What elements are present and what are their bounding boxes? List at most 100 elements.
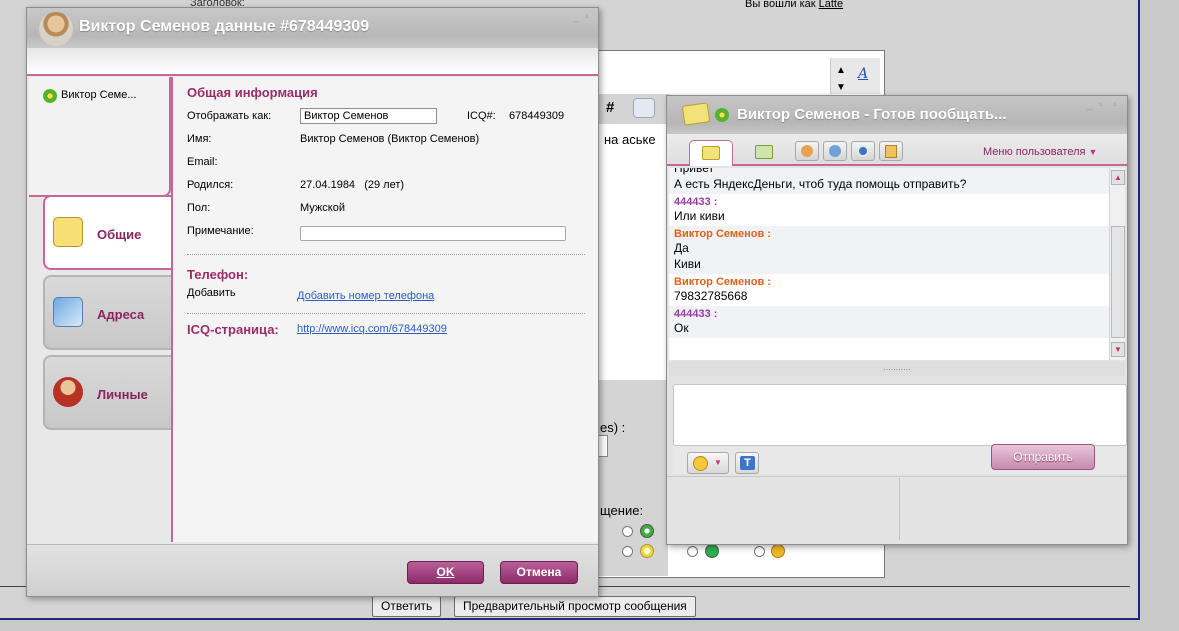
arrow-right-icon (705, 544, 719, 558)
arrow-down-icon[interactable]: ▼ (836, 79, 846, 96)
details-title-bar[interactable]: Виктор Семенов данные #678449309 _ ▫ (27, 8, 598, 48)
message-sender: 444433 : (674, 196, 718, 208)
resize-arrows[interactable]: ▲ ▼ (836, 62, 846, 96)
gender-label: Пол: (187, 202, 211, 214)
tab-personal[interactable]: Личные (43, 355, 171, 430)
send-file-button[interactable] (879, 141, 903, 161)
phone-section-title: Телефон: (187, 267, 249, 282)
splitter-handle[interactable]: ........... (669, 362, 1125, 376)
status-online-icon (43, 89, 57, 103)
icon-radio-3[interactable] (687, 546, 698, 557)
id-card-icon (53, 217, 83, 247)
tab-general[interactable]: Общие (43, 195, 171, 270)
phone-icon (829, 145, 841, 157)
tab-history[interactable] (743, 140, 787, 166)
close-icon[interactable]: ▫ (585, 12, 589, 23)
notice-label-fragment: щение: (600, 503, 644, 518)
tab-addresses[interactable]: Адреса (43, 275, 171, 350)
phone-add-label: Добавить (187, 287, 236, 299)
person-icon (53, 377, 83, 407)
message-line: Киви (674, 257, 701, 271)
scroll-down-icon[interactable]: ▼ (1111, 342, 1125, 357)
minimize-icon[interactable]: _ (1087, 100, 1093, 111)
icq-page-link[interactable]: http://www.icq.com/678449309 (297, 323, 447, 335)
font-style-icon[interactable]: A (858, 66, 868, 82)
chat-scrollbar[interactable]: ▲ ▼ (1109, 168, 1125, 360)
webcam-button[interactable] (851, 141, 875, 161)
display-as-field[interactable]: Виктор Семенов (300, 108, 437, 124)
note-label: Примечание: (187, 225, 254, 237)
icon-radio-1[interactable] (622, 526, 633, 537)
send-button[interactable]: Отправить (991, 444, 1095, 470)
gender-value: Мужской (300, 202, 345, 214)
options-area (598, 380, 668, 576)
reply-button[interactable]: Ответить (372, 596, 442, 617)
contact-details-window: Виктор Семенов данные #678449309 _ ▫ Вик… (26, 7, 599, 597)
maximize-icon[interactable]: ▫ (1099, 100, 1103, 111)
options-label-fragment: es) : (600, 420, 626, 435)
user-menu[interactable]: Меню пользователя ▼ (983, 146, 1097, 158)
message-sender: 444433 : (674, 308, 718, 320)
tab-messages[interactable] (689, 140, 733, 166)
minimize-icon[interactable]: _ (573, 12, 579, 23)
logged-in-status: Вы вошли как Latte (745, 0, 843, 10)
cancel-button[interactable]: Отмена (500, 561, 578, 584)
ok-button[interactable]: OK (407, 561, 484, 584)
tab-general-label: Общие (97, 227, 142, 242)
logged-in-user-link[interactable]: Latte (819, 0, 843, 10)
call-button[interactable] (823, 141, 847, 161)
add-phone-link[interactable]: Добавить номер телефона (297, 290, 434, 302)
message-input[interactable] (673, 384, 1127, 446)
note-field[interactable] (300, 226, 566, 241)
add-contact-button[interactable] (795, 141, 819, 161)
icon-radio-2[interactable] (622, 546, 633, 557)
preview-button[interactable]: Предварительный просмотр сообщения (454, 596, 696, 617)
chevron-down-icon: ▼ (714, 458, 722, 467)
chat-message: 444433 : Ок (669, 306, 1109, 338)
details-window-title: Виктор Семенов данные #678449309 (79, 18, 370, 35)
chat-status-area (667, 476, 1127, 544)
globe-icon (640, 524, 654, 538)
chat-window-title: Виктор Семенов - Готов пообщать... (737, 106, 1007, 123)
details-footer: OK Отмена (27, 544, 598, 596)
chat-message: Виктор Семенов : 79832785668 (669, 274, 1109, 306)
scroll-thumb[interactable] (1111, 226, 1125, 338)
phone-dial-icon[interactable] (633, 98, 655, 118)
logged-in-text: Вы вошли как (745, 0, 816, 10)
icq-page-section-title: ICQ-страница: (187, 322, 279, 337)
text-format-icon: T (740, 456, 755, 470)
smiley-icon (693, 456, 708, 471)
address-card-icon (53, 297, 83, 327)
chat-log[interactable]: Привет А есть ЯндексДеньги, чтоб туда по… (669, 168, 1109, 360)
file-icon (885, 145, 897, 158)
options-input[interactable] (598, 435, 608, 457)
message-line: 79832785668 (674, 289, 748, 303)
arrow-up-icon[interactable]: ▲ (836, 62, 846, 79)
emoticon-button[interactable]: ▼ (687, 452, 729, 474)
chat-toolbar: Меню пользователя ▼ (667, 134, 1127, 166)
icon-radio-4[interactable] (754, 546, 765, 557)
status-online-icon (715, 108, 729, 122)
contact-tile: Виктор Семе... (29, 77, 171, 197)
close-icon[interactable]: ▫ (1113, 100, 1117, 111)
scroll-up-icon[interactable]: ▲ (1111, 170, 1125, 185)
details-content: Общая информация Отображать как: Виктор … (171, 77, 598, 542)
user-menu-label: Меню пользователя (983, 146, 1086, 158)
history-icon (755, 145, 773, 159)
section-divider (187, 254, 585, 255)
chat-message: Виктор Семенов : Да Киви (669, 226, 1109, 274)
font-button[interactable]: T (735, 452, 759, 474)
name-value: Виктор Семенов (Виктор Семенов) (300, 133, 480, 145)
born-value: 27.04.1984 (29 лет) (300, 179, 405, 191)
header-band (27, 48, 598, 76)
tab-addresses-label: Адреса (97, 307, 145, 322)
name-label: Имя: (187, 133, 212, 145)
contact-name: Виктор Семе... (61, 89, 137, 101)
chat-title-bar[interactable]: Виктор Семенов - Готов пообщать... _ ▫ ▫ (667, 96, 1127, 134)
message-envelope-icon (681, 102, 711, 126)
contact-avatar-icon (39, 12, 73, 46)
chat-window: Виктор Семенов - Готов пообщать... _ ▫ ▫… (666, 95, 1128, 545)
email-label: Email: (187, 156, 218, 168)
message-line: Привет (674, 168, 715, 175)
hash-button[interactable]: # (606, 99, 614, 116)
